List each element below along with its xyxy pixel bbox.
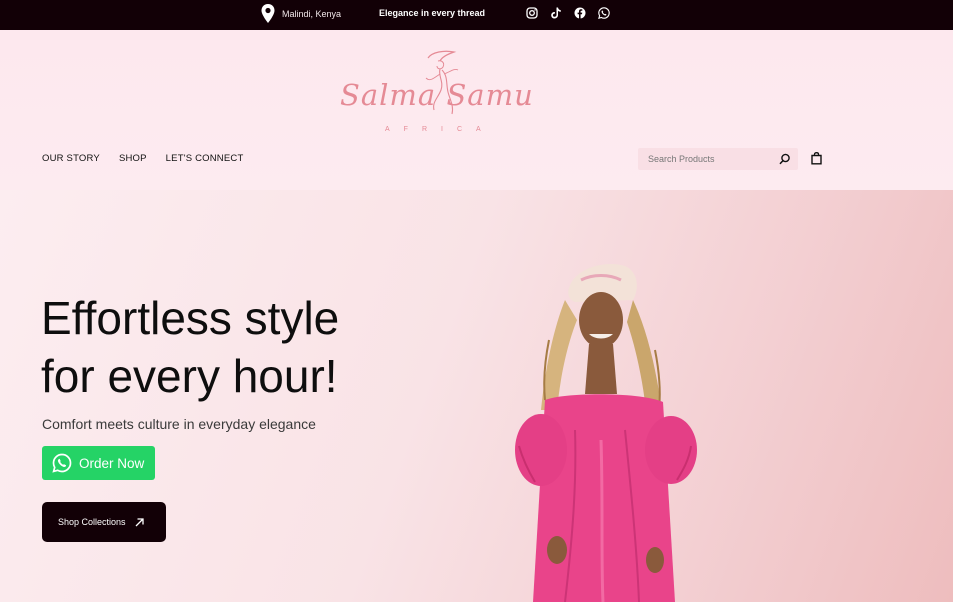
order-now-button[interactable]: Order Now xyxy=(42,446,155,480)
facebook-icon[interactable] xyxy=(574,7,586,19)
social-links xyxy=(526,7,610,19)
hero-headline-line-2: for every hour! xyxy=(41,350,338,402)
instagram-icon[interactable] xyxy=(526,7,538,19)
hero-subhead: Comfort meets culture in everyday elegan… xyxy=(42,416,316,432)
hero-headline-line-1: Effortless style xyxy=(41,292,340,344)
site-header: Salma Samu AFRICA OUR STORY SHOP LET'S C… xyxy=(0,30,953,190)
map-pin-icon xyxy=(261,4,275,23)
location-text: Malindi, Kenya xyxy=(282,9,342,19)
model-photo xyxy=(515,264,697,602)
search-box xyxy=(638,148,798,170)
search-input[interactable] xyxy=(638,148,768,170)
tagline: Elegance in every thread xyxy=(379,8,486,18)
nav-item-shop[interactable]: SHOP xyxy=(119,153,147,164)
search-icon[interactable] xyxy=(778,152,792,166)
shop-collections-button[interactable]: Shop Collections xyxy=(42,502,166,542)
shop-collections-label: Shop Collections xyxy=(58,517,126,527)
hero-section: Effortless style for every hour! Comfort… xyxy=(0,190,953,602)
tiktok-icon[interactable] xyxy=(550,7,562,19)
main-nav: OUR STORY SHOP LET'S CONNECT xyxy=(42,153,243,164)
logo-subtitle: AFRICA xyxy=(385,126,495,133)
arrow-up-right-icon xyxy=(135,517,144,526)
location: Malindi, Kenya xyxy=(260,3,341,25)
top-bar: Malindi, Kenya Elegance in every thread xyxy=(0,0,953,30)
order-now-label: Order Now xyxy=(79,455,145,471)
logo-wordmark: Salma Samu xyxy=(340,78,534,112)
brand-logo[interactable]: Salma Samu AFRICA xyxy=(340,48,535,140)
nav-item-lets-connect[interactable]: LET'S CONNECT xyxy=(166,153,244,164)
shopping-bag-icon[interactable] xyxy=(810,151,823,165)
whatsapp-icon xyxy=(52,453,72,473)
hero-headline: Effortless style for every hour! xyxy=(41,289,461,405)
whatsapp-icon[interactable] xyxy=(598,7,610,19)
nav-item-our-story[interactable]: OUR STORY xyxy=(42,153,100,164)
